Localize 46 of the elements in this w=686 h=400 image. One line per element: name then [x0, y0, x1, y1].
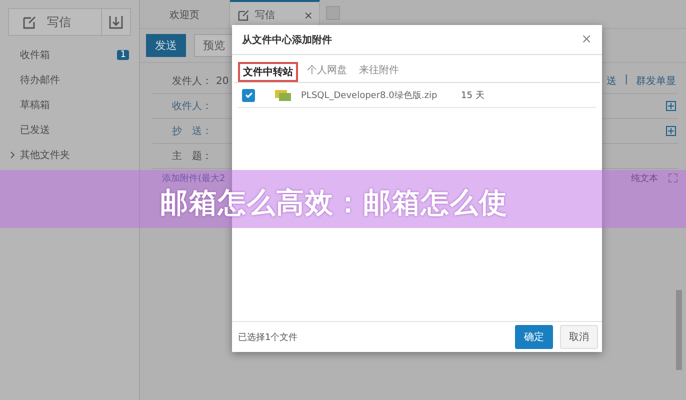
toolbar-button[interactable]: 预览 [194, 34, 234, 57]
dialog-tab[interactable]: 文件中转站 [238, 62, 298, 82]
folder-label: 收件箱 [20, 48, 51, 62]
plain-text-link[interactable]: 纯文本 [631, 172, 658, 184]
folder-item[interactable]: 待办邮件 [0, 67, 139, 92]
unread-count: 1 [117, 50, 129, 60]
confirm-button[interactable]: 确定 [515, 325, 553, 349]
file-name: PLSQL_Developer8.0绿色版.zip [301, 90, 438, 102]
checkmark-icon [244, 90, 254, 100]
folder-label: 其他文件夹 [20, 148, 71, 162]
folder-label: 待办邮件 [20, 74, 61, 86]
selection-status: 已选择1个文件 [238, 332, 299, 344]
dialog-title: 从文件中心添加附件 [242, 33, 333, 46]
tab[interactable]: 写信 × [230, 0, 320, 28]
option-link[interactable]: 送 [606, 74, 617, 88]
tab-label: 写信 [255, 9, 275, 22]
tab-label: 欢迎页 [170, 8, 200, 22]
folder-label: 草稿箱 [20, 98, 51, 112]
close-tab-button[interactable]: × [304, 8, 313, 22]
option-link[interactable]: | [624, 74, 628, 88]
toolbar-button[interactable]: 发送 [146, 34, 186, 57]
edit-icon [23, 15, 37, 29]
dialog-tab[interactable]: 个人网盘 [304, 62, 350, 82]
file-days: 15 天 [461, 88, 484, 102]
chevron-icon [10, 150, 16, 158]
folder-item[interactable]: 收件箱 1 [0, 42, 139, 67]
folder-item[interactable]: 其他文件夹 [0, 142, 139, 167]
download-icon [109, 15, 123, 29]
add-icon[interactable] [666, 126, 676, 136]
field-label: 发件人： [171, 75, 213, 88]
folder-item[interactable]: 已发送 [0, 117, 139, 142]
option-link[interactable]: 群发单显 [636, 74, 676, 88]
dialog-tab[interactable]: 来往附件 [356, 62, 402, 82]
checkbox[interactable] [242, 88, 255, 102]
archive-file-icon [275, 89, 291, 101]
field-label: 主 题： [171, 150, 213, 163]
cancel-button[interactable]: 取消 [560, 325, 598, 349]
folder-item[interactable]: 草稿箱 [0, 92, 139, 117]
scrollbar[interactable] [676, 290, 682, 370]
add-icon[interactable] [666, 101, 676, 111]
banner-title: 邮箱怎么高效：邮箱怎么使 [160, 189, 508, 217]
field-label: 收件人： [171, 100, 213, 113]
edit-icon [238, 9, 250, 21]
field-label: 抄 送： [171, 124, 213, 138]
folder-label: 已发送 [20, 124, 51, 136]
close-button[interactable]: × [581, 32, 592, 47]
